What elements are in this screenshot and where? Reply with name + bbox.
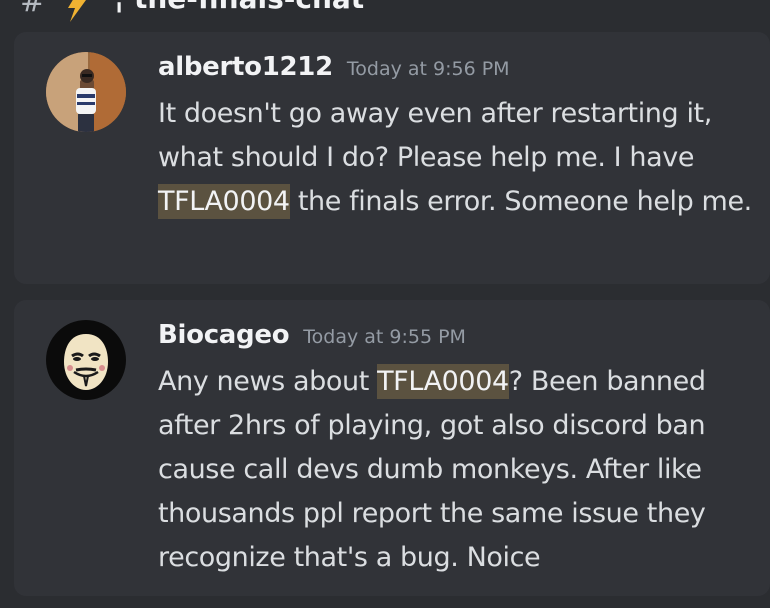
message-card: Biocageo Today at 9:55 PM Any news about … [14,300,770,596]
channel-hash-icon: # [20,0,46,19]
avatar[interactable] [46,320,126,400]
search-highlight: TFLA0004 [377,364,509,399]
timestamp: Today at 9:55 PM [303,326,466,348]
channel-header: # ¦ the-finals-chat [0,0,770,26]
username[interactable]: alberto1212 [158,52,333,82]
message-text: Any news about TFLA0004? Been banned aft… [158,360,758,580]
message-text: It doesn't go away even after restarting… [158,92,758,224]
timestamp: Today at 9:56 PM [346,58,510,80]
message-header: alberto1212 Today at 9:56 PM [158,52,510,82]
username[interactable]: Biocageo [158,320,290,350]
message-text-part: Any news about [158,366,378,397]
message-text-part: It doesn't go away even after restarting… [158,98,712,173]
search-highlight: TFLA0004 [158,184,290,219]
channel-name[interactable]: ¦ the-finals-chat [114,0,364,15]
avatar[interactable] [46,52,126,132]
lightning-bolt-icon [60,0,92,26]
message-text-part: the finals error. Someone help me. [289,186,752,217]
message-header: Biocageo Today at 9:55 PM [158,320,466,350]
message-card: alberto1212 Today at 9:56 PM It doesn't g… [14,32,770,284]
